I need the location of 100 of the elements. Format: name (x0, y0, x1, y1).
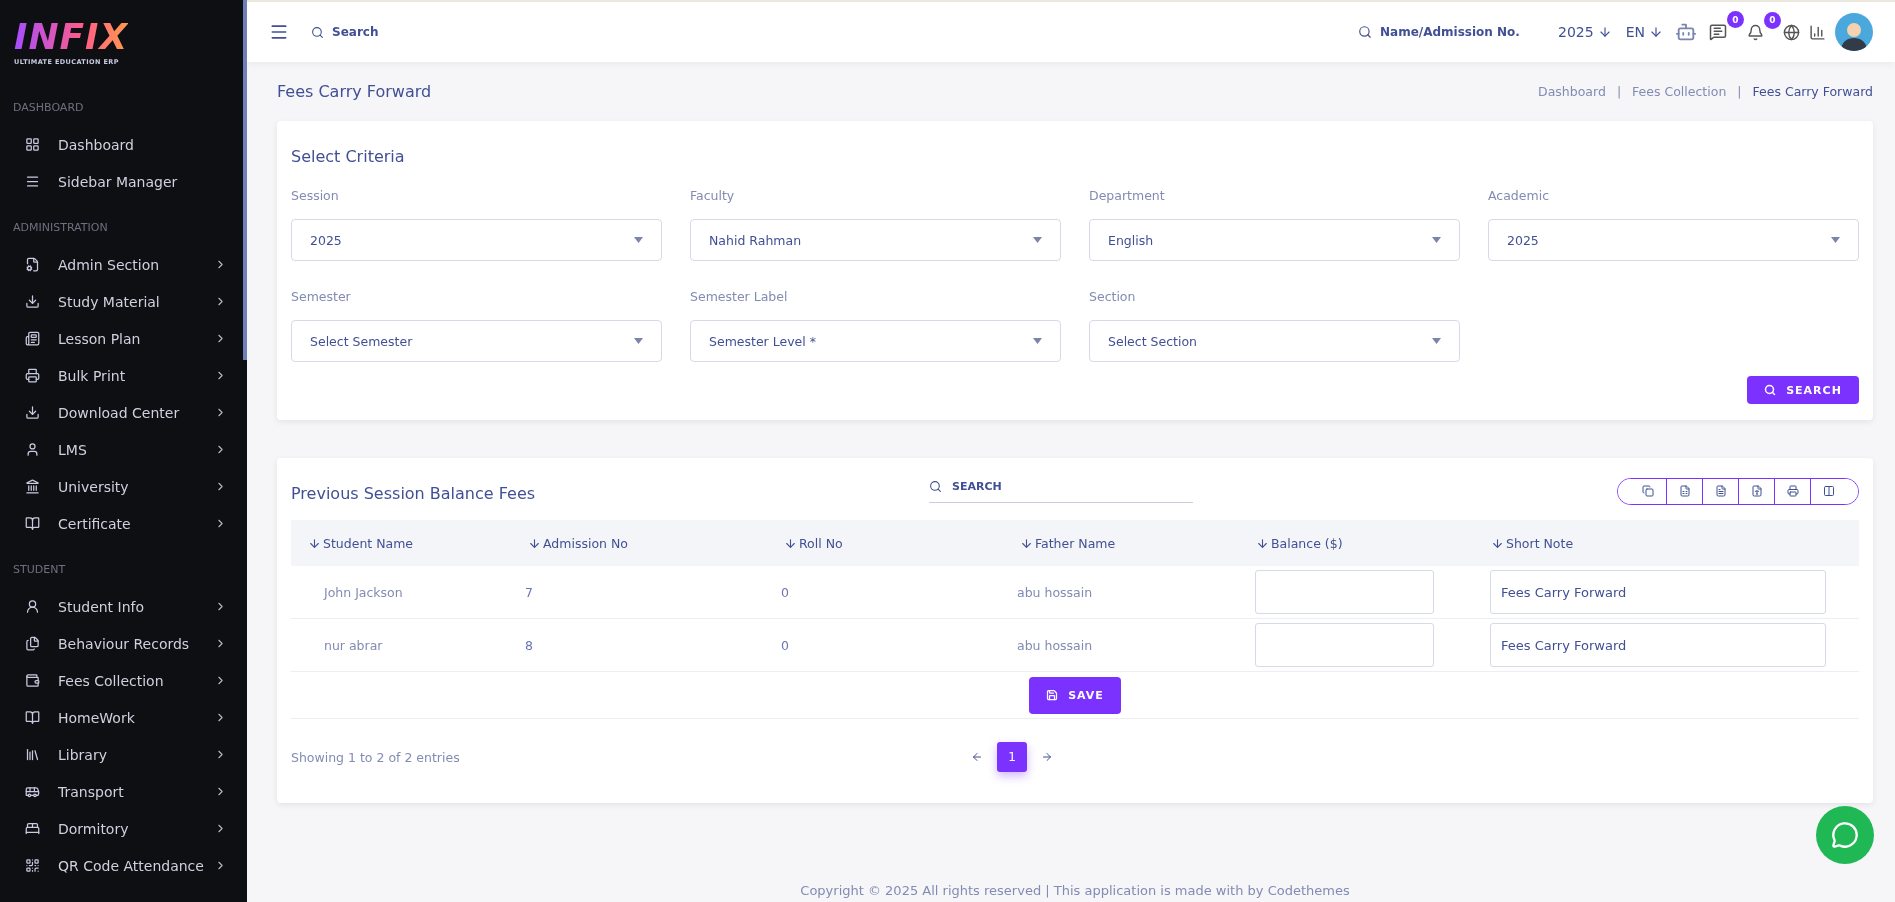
sort-arrow-icon (308, 536, 321, 550)
printer-icon (25, 368, 40, 383)
caret-icon (1432, 237, 1441, 243)
chat-button[interactable] (1816, 806, 1874, 864)
person-icon (25, 442, 40, 457)
sidebar-item[interactable]: Lesson Plan (0, 320, 247, 357)
globe-icon[interactable] (1783, 23, 1800, 41)
sidebar-item[interactable]: LMS (0, 431, 247, 468)
sidebar-item[interactable]: QR Code Attendance (0, 847, 247, 884)
caret-icon (1432, 338, 1441, 344)
column-header[interactable]: Student Name (291, 535, 511, 551)
message-count-badge: 0 (1727, 11, 1744, 28)
sidebar-item[interactable]: HomeWork (0, 699, 247, 736)
newspaper-icon (25, 331, 40, 346)
page-button[interactable]: 1 (997, 742, 1027, 772)
caret-icon (634, 237, 643, 243)
sidebar-item[interactable]: Dormitory (0, 810, 247, 847)
select-dropdown[interactable]: Select Section (1089, 320, 1460, 362)
select-dropdown[interactable]: Select Semester (291, 320, 662, 362)
sidebar-item[interactable]: Library (0, 736, 247, 773)
select-dropdown[interactable]: 2025 (1488, 219, 1859, 261)
chat-bubble-icon (1831, 821, 1859, 849)
table-cell-text: John Jackson (322, 584, 404, 600)
table-cell-text: 0 (780, 637, 790, 653)
year-dropdown[interactable]: 2025 (1558, 24, 1612, 40)
bed-icon (25, 821, 40, 836)
column-header[interactable]: Roll No (767, 535, 1003, 551)
sidebar-item[interactable]: Certificate (0, 505, 247, 542)
field-label: Semester Label (690, 289, 789, 304)
card-title: Previous Session Balance Fees (291, 483, 536, 503)
select-dropdown[interactable]: Nahid Rahman (690, 219, 1061, 261)
menu-icon (25, 174, 40, 189)
field-label: Department (1089, 188, 1166, 203)
sidebar-item[interactable]: Study Material (0, 283, 247, 320)
select-dropdown[interactable]: 2025 (291, 219, 662, 261)
wallet-icon (25, 673, 40, 688)
sidebar-item[interactable]: Fees Collection (0, 662, 247, 699)
column-header[interactable]: Father Name (1003, 535, 1239, 551)
sidebar-item[interactable]: Admin Section (0, 246, 247, 283)
save-button[interactable]: SAVE (1029, 676, 1121, 714)
columns-icon (1822, 485, 1835, 497)
caret-icon (1033, 338, 1042, 344)
download-icon (25, 405, 40, 420)
avatar[interactable] (1835, 13, 1873, 51)
sort-arrow-icon (1491, 536, 1504, 550)
sidebar-section-title: DASHBOARD (12, 100, 85, 116)
file-icon (1750, 485, 1763, 497)
sidebar-item[interactable]: Download Center (0, 394, 247, 431)
document-icon (1714, 485, 1727, 497)
select-dropdown[interactable]: Semester Level * (690, 320, 1061, 362)
breadcrumb-separator: | (1616, 84, 1622, 99)
next-page-button[interactable] (1041, 751, 1053, 763)
table-cell-text: 0 (780, 584, 790, 600)
copy-icon (1642, 485, 1654, 497)
caret-icon (1831, 237, 1840, 243)
search-icon (1358, 25, 1373, 39)
caret-icon (634, 338, 643, 344)
entries-info: Showing 1 to 2 of 2 entries (291, 749, 460, 765)
menu-icon[interactable] (269, 22, 289, 42)
field-label: Semester (291, 289, 352, 304)
scrollbar-thumb[interactable] (243, 0, 247, 360)
message-icon[interactable] (1709, 23, 1727, 41)
field-label: Section (1089, 289, 1137, 304)
spreadsheet-icon (1678, 485, 1691, 497)
sidebar-item[interactable]: University (0, 468, 247, 505)
sidebar-item[interactable]: Transport (0, 773, 247, 810)
short-note-input[interactable]: Fees Carry Forward (1490, 623, 1826, 667)
print-icon (1786, 485, 1799, 497)
column-header[interactable]: Admission No (511, 535, 767, 551)
chart-icon[interactable] (1809, 23, 1826, 41)
sidebar-item[interactable]: Student Info (0, 588, 247, 625)
search-icon (929, 480, 943, 493)
table-cell-text: abu hossain (1016, 637, 1094, 653)
short-note-input[interactable]: Fees Carry Forward (1490, 570, 1826, 614)
sort-arrow-icon (784, 536, 797, 550)
balance-input[interactable] (1255, 623, 1434, 667)
page-title: Fees Carry Forward (277, 82, 432, 101)
select-dropdown[interactable]: English (1089, 219, 1460, 261)
column-header[interactable]: Balance ($) (1239, 535, 1474, 551)
sidebar-item[interactable]: Dashboard (0, 126, 247, 163)
sort-arrow-icon (1020, 536, 1033, 550)
field-label: Faculty (690, 188, 736, 203)
robot-icon[interactable] (1675, 21, 1697, 43)
card-title: Select Criteria (291, 147, 406, 166)
column-header[interactable]: Short Note (1474, 535, 1859, 551)
bell-icon[interactable] (1747, 23, 1764, 41)
file-gear-icon (25, 257, 40, 272)
book-icon (25, 516, 40, 531)
notification-count-badge: 0 (1764, 11, 1781, 29)
search-icon (1764, 384, 1777, 396)
search-button[interactable]: SEARCH (1747, 376, 1859, 404)
columns-button[interactable] (1810, 478, 1858, 504)
sidebar-item[interactable]: Bulk Print (0, 357, 247, 394)
previous-page-button[interactable] (971, 751, 983, 763)
breadcrumb-link[interactable]: Fees Carry Forward (1752, 84, 1873, 99)
balance-input[interactable] (1255, 570, 1434, 614)
books-icon (25, 747, 40, 762)
language-dropdown[interactable]: EN (1625, 24, 1663, 40)
sidebar-item[interactable]: Behaviour Records (0, 625, 247, 662)
sidebar-item[interactable]: Sidebar Manager (0, 163, 247, 200)
